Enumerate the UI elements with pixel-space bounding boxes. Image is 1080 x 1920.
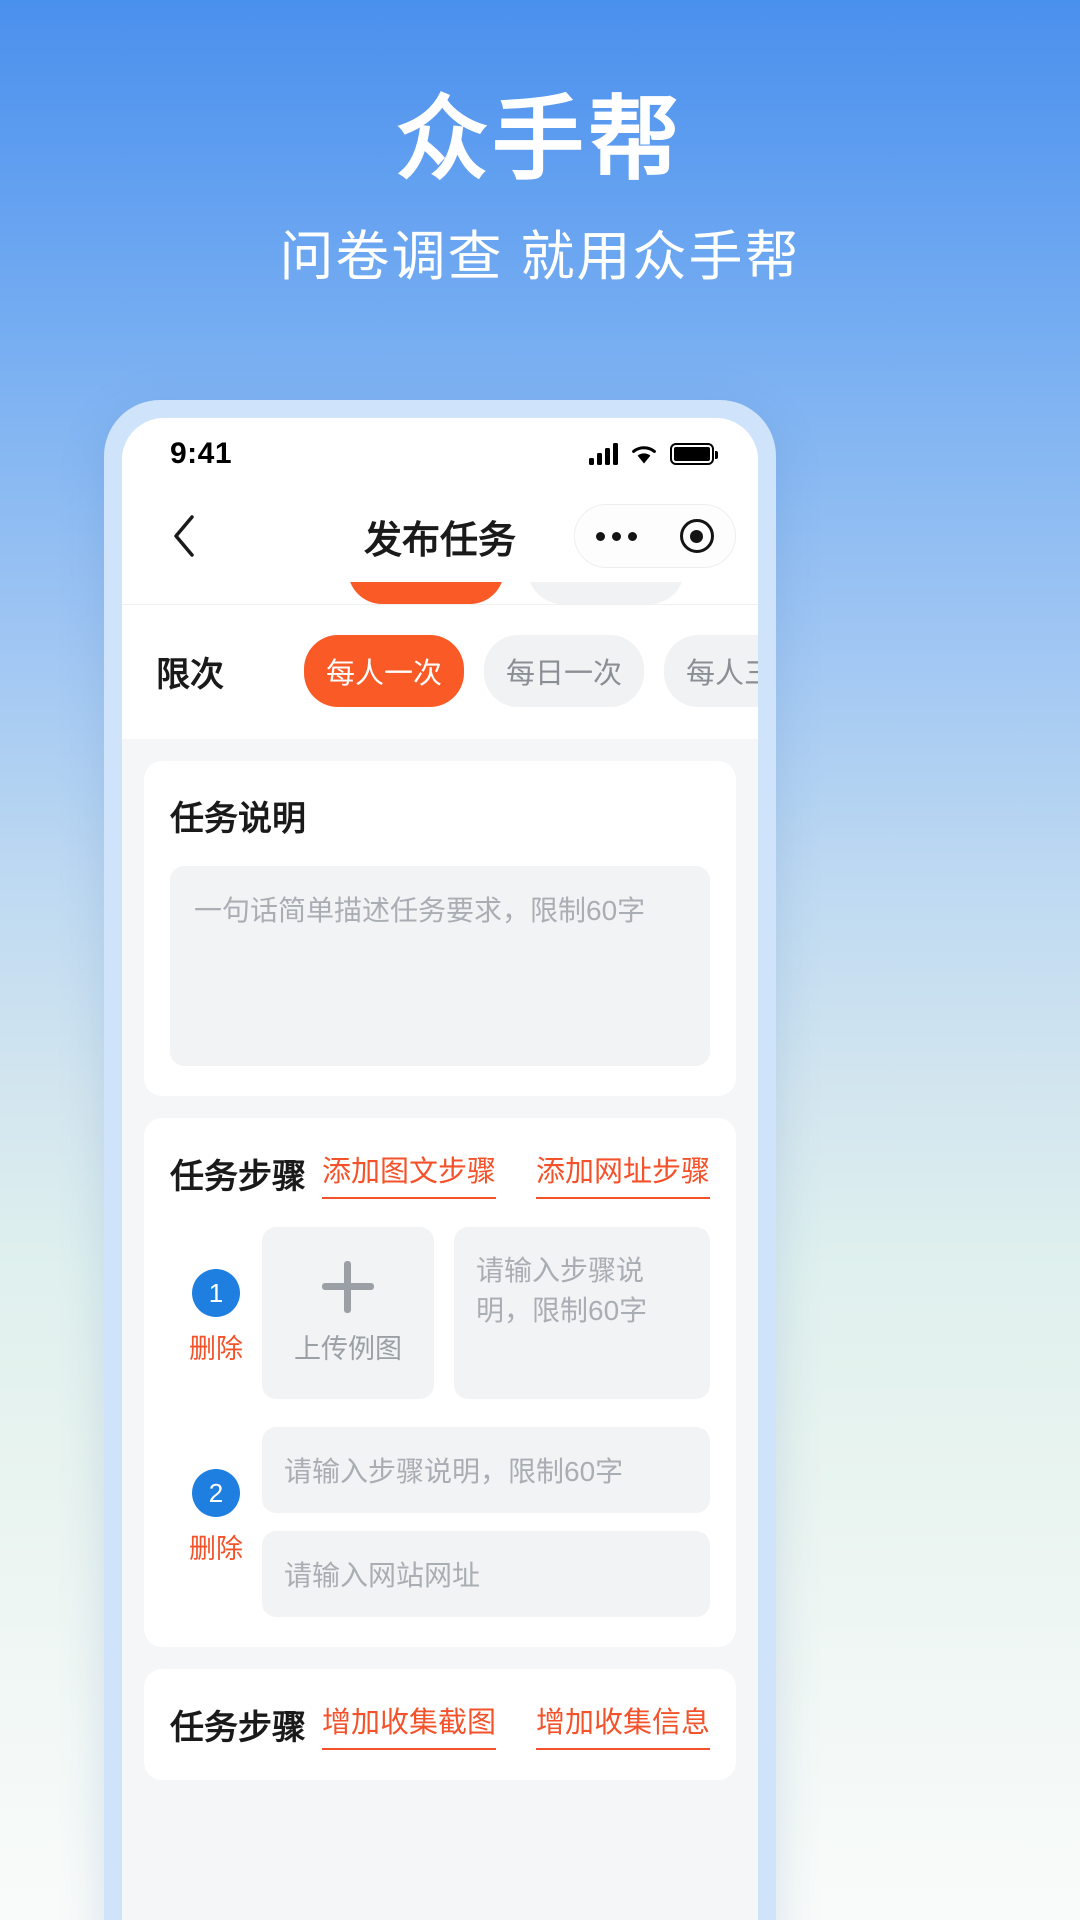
- step-1-upload-button[interactable]: 上传例图: [262, 1227, 434, 1399]
- step-2-description-input[interactable]: 请输入步骤说明，限制60字: [262, 1427, 710, 1513]
- step-2-badge: 2: [192, 1469, 240, 1517]
- target-circle-icon[interactable]: [679, 519, 714, 553]
- step-1-delete-button[interactable]: 删除: [189, 1327, 243, 1366]
- step-2-delete-button[interactable]: 删除: [189, 1527, 243, 1566]
- signal-bars-icon: [589, 443, 618, 465]
- step-2-url-input[interactable]: 请输入网站网址: [262, 1531, 710, 1617]
- promo-page: 众手帮 问卷调查 就用众手帮 9:41 发布任务 限次 每人一次 每日一次 每人…: [0, 0, 1080, 1920]
- nav-bar: 发布任务: [122, 490, 758, 582]
- task-description-input[interactable]: 一句话简单描述任务要求，限制60字: [170, 866, 710, 1066]
- task-collect-header: 任务步骤 增加收集截图 增加收集信息: [170, 1699, 710, 1750]
- task-collect-title: 任务步骤: [170, 1709, 306, 1747]
- limit-option-per-person-once[interactable]: 每人一次: [304, 635, 465, 707]
- task-steps-title: 任务步骤: [170, 1158, 306, 1196]
- more-dots-icon[interactable]: [596, 531, 638, 541]
- phone-screen: 9:41 发布任务 限次 每人一次 每日一次 每人 任务说明 一句话简单描述任务…: [122, 418, 758, 1920]
- cut-off-pill-inactive[interactable]: [528, 582, 684, 604]
- task-collect-actions: 增加收集截图 增加收集信息: [321, 1699, 710, 1750]
- step-1-badge: 1: [192, 1269, 240, 1317]
- back-button[interactable]: [156, 508, 212, 564]
- add-collect-screenshot-link[interactable]: 增加收集截图: [321, 1699, 496, 1750]
- phone-mockup: 9:41 发布任务 限次 每人一次 每日一次 每人 任务说明 一句话简单描述任务…: [104, 400, 776, 1920]
- step-1-gutter: 1 删除: [170, 1227, 262, 1366]
- task-description-title: 任务说明: [170, 800, 306, 838]
- step-row-2: 2 删除 请输入步骤说明，限制60字 请输入网站网址: [170, 1427, 710, 1617]
- add-collect-info-link[interactable]: 增加收集信息: [535, 1699, 710, 1750]
- add-image-text-step-link[interactable]: 添加图文步骤: [321, 1148, 496, 1199]
- limit-option-daily-once[interactable]: 每日一次: [484, 635, 645, 707]
- task-steps-actions: 添加图文步骤 添加网址步骤: [321, 1148, 710, 1199]
- step-1-upload-label: 上传例图: [294, 1333, 402, 1364]
- step-2-gutter: 2 删除: [170, 1427, 262, 1566]
- mini-program-capsule[interactable]: [574, 504, 736, 568]
- task-steps-header: 任务步骤 添加图文步骤 添加网址步骤: [170, 1148, 710, 1199]
- partially-scrolled-row: [122, 582, 758, 604]
- promo-subtitle: 问卷调查 就用众手帮: [279, 227, 801, 287]
- step-2-fields: 请输入步骤说明，限制60字 请输入网站网址: [262, 1427, 710, 1617]
- limit-row: 限次 每人一次 每日一次 每人三次: [122, 604, 758, 739]
- status-bar: 9:41: [122, 418, 758, 490]
- form-scroll-area[interactable]: 限次 每人一次 每日一次 每人三次 任务说明 一句话简单描述任务要求，限制60字…: [122, 582, 758, 1920]
- task-steps-card: 任务步骤 添加图文步骤 添加网址步骤 1 删除 上传例图 请输入步骤说明，限制6…: [144, 1118, 736, 1647]
- wifi-icon: [630, 443, 658, 465]
- task-description-card: 任务说明 一句话简单描述任务要求，限制60字: [144, 761, 736, 1096]
- limit-label: 限次: [156, 655, 224, 694]
- chevron-left-icon: [174, 515, 194, 557]
- status-icons: [589, 443, 718, 465]
- promo-title: 众手帮: [395, 89, 684, 191]
- step-row-1: 1 删除 上传例图 请输入步骤说明，限制60字: [170, 1227, 710, 1399]
- status-time: 9:41: [170, 437, 233, 470]
- step-1-description-input[interactable]: 请输入步骤说明，限制60字: [454, 1227, 710, 1399]
- limit-option-per-person-thrice[interactable]: 每人三次: [664, 635, 758, 707]
- task-collect-card: 任务步骤 增加收集截图 增加收集信息: [144, 1669, 736, 1780]
- battery-full-icon: [670, 443, 718, 465]
- cut-off-pill-active[interactable]: [348, 582, 504, 604]
- add-url-step-link[interactable]: 添加网址步骤: [535, 1148, 710, 1199]
- plus-icon: [322, 1260, 374, 1313]
